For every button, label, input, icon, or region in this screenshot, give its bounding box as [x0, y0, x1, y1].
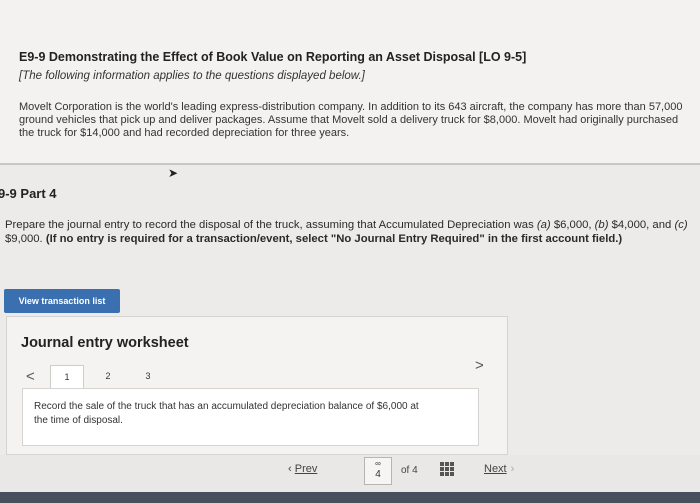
worksheet-tab-1[interactable]: 1: [50, 365, 84, 388]
worksheet-tab-2[interactable]: 2: [92, 365, 124, 387]
worksheet-next-icon[interactable]: >: [475, 357, 484, 374]
label-a: (a): [536, 219, 551, 231]
part-title: 9-9 Part 4: [0, 186, 57, 201]
next-label: Next: [484, 463, 507, 475]
worksheet-prompt: Record the sale of the truck that has an…: [34, 401, 419, 426]
label-b: (b): [594, 219, 609, 231]
problem-note: [The following information applies to th…: [19, 70, 365, 82]
problem-body: Movelt Corporation is the world's leadin…: [19, 101, 683, 139]
info-panel: E9-9 Demonstrating the Effect of Book Va…: [0, 0, 700, 163]
screen-edge: [0, 492, 700, 503]
worksheet-prev-icon[interactable]: <: [26, 368, 35, 385]
instructions-note: (If no entry is required for a transacti…: [45, 232, 623, 245]
instructions-text: Prepare the journal entry to record the …: [5, 219, 537, 231]
chevron-right-icon: ›: [510, 463, 515, 475]
value-a: $6,000,: [550, 219, 595, 231]
mouse-cursor-icon: ➤: [168, 166, 179, 180]
view-transaction-list-button[interactable]: View transaction list: [4, 289, 120, 313]
instructions: Prepare the journal entry to record the …: [5, 219, 700, 246]
page-selector[interactable]: ∞ 4: [364, 457, 392, 485]
page-of-text: of 4: [401, 465, 418, 476]
value-c: $9,000.: [5, 232, 46, 245]
worksheet-title: Journal entry worksheet: [21, 335, 189, 351]
chevron-left-icon: ‹: [288, 463, 292, 475]
prev-button[interactable]: ‹ Prev: [288, 463, 317, 475]
grid-icon[interactable]: [440, 462, 454, 476]
worksheet-tab-3[interactable]: 3: [132, 365, 164, 387]
value-b: $4,000, and: [608, 219, 675, 231]
label-c: (c): [674, 219, 688, 231]
problem-title: E9-9 Demonstrating the Effect of Book Va…: [19, 50, 527, 64]
prev-label: Prev: [294, 463, 318, 475]
divider: [0, 163, 700, 165]
next-button[interactable]: Next ›: [484, 463, 514, 475]
link-icon: ∞: [375, 459, 381, 468]
current-page: 4: [375, 469, 381, 480]
